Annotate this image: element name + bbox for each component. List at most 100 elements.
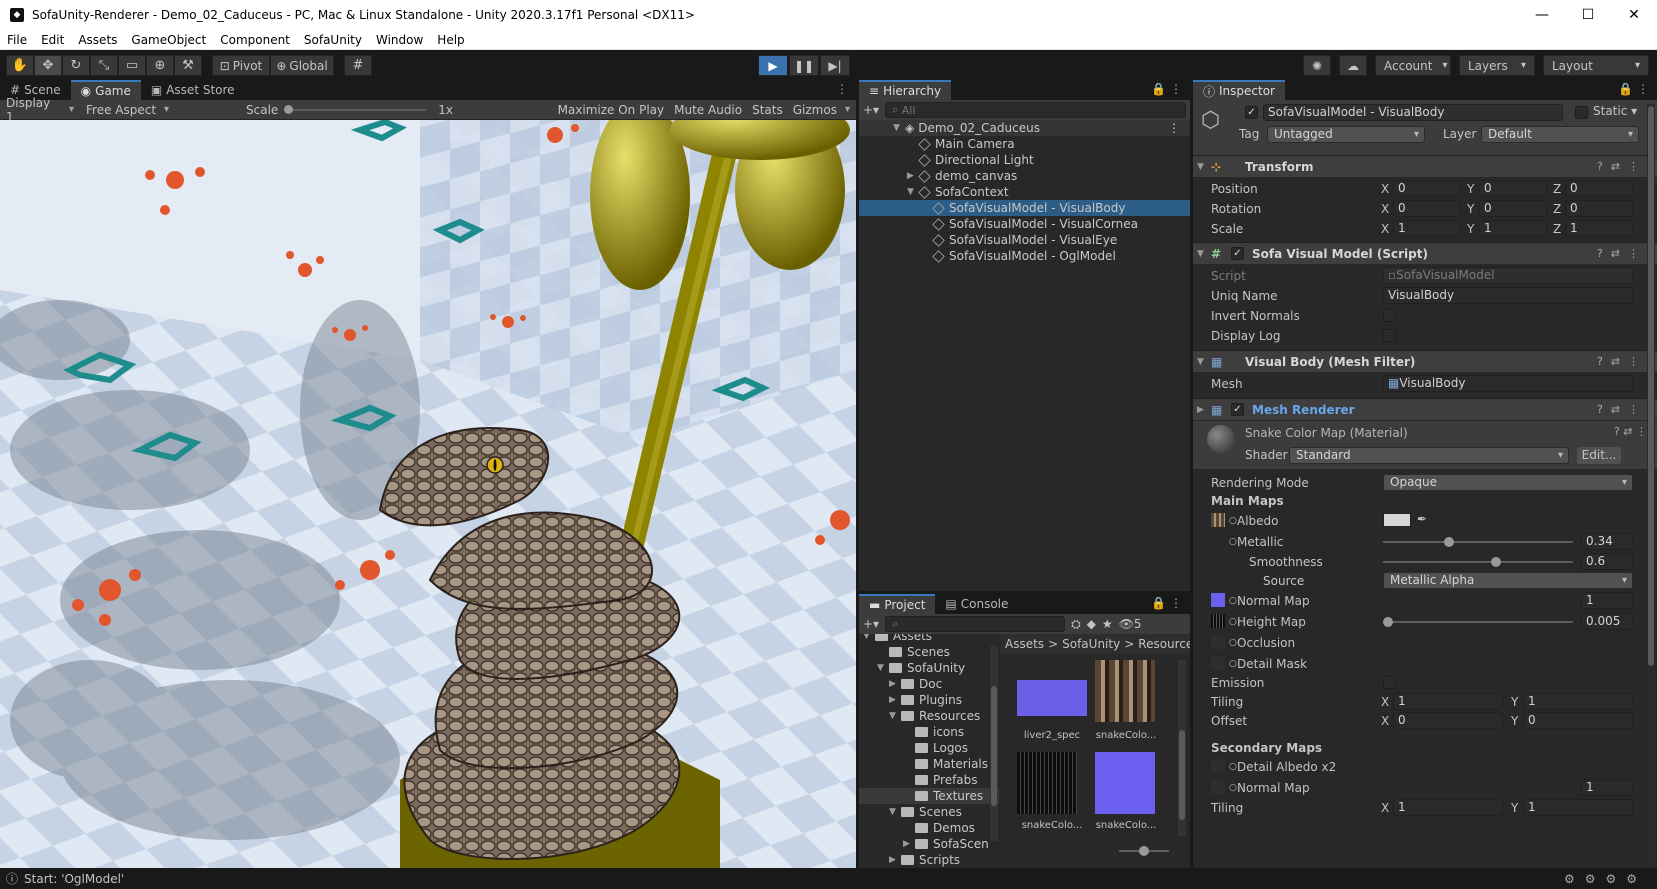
- object-name-field[interactable]: SofaVisualModel - VisualBody: [1263, 104, 1563, 121]
- pause-button[interactable]: ❚❚: [789, 55, 819, 76]
- detail-albedo-texture-slot[interactable]: [1211, 759, 1225, 773]
- hierarchy-item[interactable]: ▼ SofaContext: [859, 184, 1190, 200]
- folder-item[interactable]: ▶ Plugins: [859, 692, 999, 708]
- secondary-tiling-y-field[interactable]: 1: [1523, 799, 1633, 816]
- tab-hierarchy[interactable]: ≡ Hierarchy: [859, 80, 952, 100]
- hierarchy-menu-icon[interactable]: 🔒 ⋮: [1151, 82, 1182, 96]
- filter-label-icon[interactable]: ◆: [1087, 617, 1096, 631]
- folder-item[interactable]: ▶ Doc: [859, 676, 999, 692]
- add-object-button[interactable]: +▾: [863, 103, 879, 117]
- folder-item[interactable]: ▼ SofaUnity: [859, 660, 999, 676]
- asset-thumbnail[interactable]: [1017, 752, 1077, 814]
- component-actions-icon[interactable]: ?⇄⋮: [1597, 355, 1647, 368]
- mesh-filter-component-header[interactable]: ▼ ▦ Visual Body (Mesh Filter) ?⇄⋮: [1193, 350, 1657, 372]
- hierarchy-item[interactable]: SofaVisualModel - VisualCornea: [859, 216, 1190, 232]
- tab-project[interactable]: ▬ Project: [859, 594, 936, 614]
- hierarchy-item[interactable]: ▶ demo_canvas: [859, 168, 1190, 184]
- menu-edit[interactable]: Edit: [34, 33, 71, 47]
- status-message[interactable]: Start: 'OglModel': [24, 872, 124, 886]
- mesh-reference-field[interactable]: ▦VisualBody: [1383, 375, 1633, 392]
- mute-audio-toggle[interactable]: Mute Audio: [674, 103, 742, 117]
- folder-item[interactable]: Logos: [859, 740, 999, 756]
- folder-item[interactable]: ▶ SofaScen: [859, 836, 999, 852]
- project-search-input[interactable]: ⌕: [885, 616, 1066, 632]
- breadcrumb-item[interactable]: Resources: [1138, 637, 1190, 651]
- grid-snap-icon[interactable]: #: [344, 55, 372, 76]
- hierarchy-item[interactable]: Main Camera: [859, 136, 1190, 152]
- component-actions-icon[interactable]: ?⇄⋮: [1597, 247, 1647, 260]
- maximize-button[interactable]: ☐: [1565, 0, 1611, 30]
- layers-dropdown[interactable]: Layers: [1459, 55, 1535, 76]
- menu-sofaunity[interactable]: SofaUnity: [297, 33, 369, 47]
- scale-tool-icon[interactable]: ⤡: [90, 55, 118, 76]
- scale-slider[interactable]: [284, 104, 427, 114]
- albedo-texture-slot[interactable]: [1211, 513, 1225, 527]
- folder-item[interactable]: Demos: [859, 820, 999, 836]
- folder-item[interactable]: Scenes: [859, 644, 999, 660]
- global-toggle[interactable]: ⊕ Global: [270, 55, 334, 76]
- component-actions-icon[interactable]: ?⇄⋮: [1597, 403, 1647, 416]
- project-menu-icon[interactable]: 🔒 ⋮: [1151, 596, 1182, 610]
- scene-row[interactable]: ▼ ◈ Demo_02_Caduceus ⋮: [859, 120, 1190, 136]
- folder-item[interactable]: Prefabs: [859, 772, 999, 788]
- secondary-normal-scale-field[interactable]: 1: [1581, 779, 1633, 796]
- smoothness-value-field[interactable]: 0.6: [1581, 553, 1633, 570]
- rotation-z-field[interactable]: 0: [1565, 200, 1633, 217]
- play-button[interactable]: ▶: [758, 55, 788, 76]
- hierarchy-item[interactable]: SofaVisualModel - VisualEye: [859, 232, 1190, 248]
- folder-tree-scrollbar[interactable]: [990, 646, 998, 841]
- maximize-on-play-toggle[interactable]: Maximize On Play: [558, 103, 665, 117]
- asset-thumbnail[interactable]: [1095, 660, 1155, 722]
- asset-thumbnail[interactable]: [1017, 680, 1087, 716]
- asset-thumbnail[interactable]: [1095, 752, 1155, 814]
- rotation-y-field[interactable]: 0: [1479, 200, 1547, 217]
- position-z-field[interactable]: 0: [1565, 180, 1633, 197]
- height-map-texture-slot[interactable]: [1211, 614, 1225, 628]
- normal-scale-field[interactable]: 1: [1581, 592, 1633, 609]
- menu-assets[interactable]: Assets: [71, 33, 124, 47]
- rect-tool-icon[interactable]: ▭: [118, 55, 146, 76]
- account-dropdown[interactable]: Account: [1375, 55, 1451, 76]
- folder-item[interactable]: icons: [859, 724, 999, 740]
- inspector-scrollbar[interactable]: [1647, 104, 1655, 864]
- step-button[interactable]: ▶|: [820, 55, 850, 76]
- emission-checkbox[interactable]: [1383, 676, 1396, 689]
- minimize-button[interactable]: —: [1519, 0, 1565, 30]
- menu-gameobject[interactable]: GameObject: [124, 33, 213, 47]
- tiling-y-field[interactable]: 1: [1523, 693, 1633, 710]
- menu-component[interactable]: Component: [213, 33, 297, 47]
- static-checkbox[interactable]: [1575, 106, 1588, 119]
- hidden-packages-icon[interactable]: 👁5: [1119, 617, 1142, 631]
- eyedropper-icon[interactable]: ✒: [1417, 512, 1427, 526]
- layer-dropdown[interactable]: Default: [1481, 126, 1639, 143]
- folder-item[interactable]: ▶ Scripts: [859, 852, 999, 868]
- rotate-tool-icon[interactable]: ↻: [62, 55, 90, 76]
- occlusion-texture-slot[interactable]: [1211, 635, 1225, 649]
- scale-x-field[interactable]: 1: [1393, 220, 1461, 237]
- position-x-field[interactable]: 0: [1393, 180, 1461, 197]
- folder-item[interactable]: ▼ Assets: [859, 634, 999, 644]
- tag-dropdown[interactable]: Untagged: [1267, 126, 1425, 143]
- script-enabled-checkbox[interactable]: ✓: [1231, 247, 1244, 260]
- status-tools-icon[interactable]: ⚙⚙⚙⚙: [1564, 872, 1647, 886]
- tab-game[interactable]: ◉ Game: [70, 80, 141, 100]
- rotation-x-field[interactable]: 0: [1393, 200, 1461, 217]
- uniq-name-field[interactable]: VisualBody: [1383, 287, 1633, 304]
- material-actions-icon[interactable]: ? ⇄ ⋮: [1614, 425, 1647, 438]
- gizmos-dropdown[interactable]: Gizmos: [793, 103, 850, 117]
- height-value-field[interactable]: 0.005: [1581, 613, 1633, 630]
- aspect-dropdown[interactable]: Free Aspect: [80, 103, 240, 117]
- custom-tool-icon[interactable]: ⚒: [174, 55, 202, 76]
- scale-y-field[interactable]: 1: [1479, 220, 1547, 237]
- move-tool-icon[interactable]: ✥: [34, 55, 62, 76]
- game-panel-menu-icon[interactable]: ⋮: [836, 82, 848, 96]
- hierarchy-item[interactable]: Directional Light: [859, 152, 1190, 168]
- height-slider[interactable]: [1383, 617, 1573, 627]
- menu-help[interactable]: Help: [430, 33, 471, 47]
- thumbnail-size-slider[interactable]: [1119, 846, 1169, 856]
- folder-item[interactable]: ▼ Scenes: [859, 804, 999, 820]
- component-actions-icon[interactable]: ?⇄⋮: [1597, 160, 1647, 173]
- folder-item-selected[interactable]: Textures: [859, 788, 999, 804]
- stats-toggle[interactable]: Stats: [752, 103, 783, 117]
- metallic-slider[interactable]: [1383, 537, 1573, 547]
